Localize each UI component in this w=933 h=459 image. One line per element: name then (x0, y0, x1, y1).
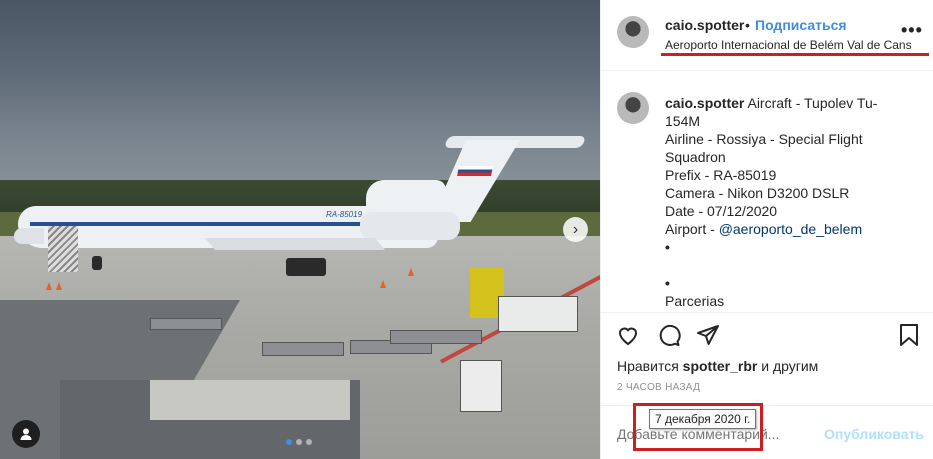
post-header: caio.spotter • Подписаться Aeroporto Int… (601, 0, 933, 71)
carousel-next-button[interactable]: › (563, 217, 588, 242)
baggage-cart (150, 318, 222, 330)
caption-airport-line: Airport - @aeroporto_de_belem (665, 220, 895, 238)
ground-vehicle (498, 296, 578, 332)
plane-nose (14, 228, 44, 244)
plane-engine (360, 212, 460, 240)
follow-button[interactable]: Подписаться (755, 17, 847, 33)
caption-avatar[interactable] (617, 92, 649, 124)
plane-wing (204, 238, 386, 250)
boarding-stairs (48, 226, 78, 272)
traffic-cone (408, 268, 414, 276)
carousel-dot (306, 439, 312, 445)
location-highlight (661, 53, 929, 56)
comment-icon[interactable] (656, 322, 682, 348)
avatar[interactable] (617, 16, 649, 48)
likes-suffix[interactable]: и другим (761, 358, 818, 374)
russian-flag-icon (457, 166, 493, 176)
caption-line: Prefix - RA-85019 (665, 167, 777, 183)
traffic-cone (380, 280, 386, 288)
photo-slab (150, 380, 350, 420)
more-options-button[interactable]: ••• (901, 20, 923, 41)
carousel-dots (286, 439, 312, 445)
caption-bullet: • (665, 275, 670, 291)
traffic-cone (46, 282, 52, 290)
like-icon[interactable] (615, 322, 641, 348)
liker-username-link[interactable]: spotter_rbr (683, 358, 758, 374)
action-bar (601, 312, 933, 358)
caption-text: caio.spotter Aircraft - Tupolev Tu-154M … (665, 94, 895, 310)
traffic-cone (56, 282, 62, 290)
main-landing-gear (286, 258, 326, 276)
baggage-cart (390, 330, 482, 344)
post-time[interactable]: 2 ЧАСОВ НАЗАД (617, 382, 700, 393)
post-photo[interactable]: RA-85019 › (0, 0, 600, 459)
photo-sky (0, 0, 600, 200)
tagged-users-icon[interactable] (12, 420, 40, 448)
header-separator: • (745, 17, 750, 33)
carousel-dot (296, 439, 302, 445)
baggage-cart (262, 342, 344, 356)
likes-prefix: Нравится (617, 358, 679, 374)
caption-username[interactable]: caio.spotter (665, 95, 744, 111)
caption-line: Airline - Rossiya - Special Flight Squad… (665, 131, 863, 165)
plane-registration: RA-85019 (326, 210, 363, 219)
likes-summary: Нравится spotter_rbr и другим (617, 358, 818, 374)
nose-landing-gear (92, 256, 102, 270)
tug-vehicle (460, 360, 502, 412)
bookmark-icon[interactable] (896, 322, 922, 348)
date-highlight-box (633, 403, 763, 451)
location-link[interactable]: Aeroporto Internacional de Belém Val de … (665, 38, 917, 52)
caption-blank (665, 256, 895, 274)
publish-button[interactable]: Опубликовать (824, 426, 924, 442)
caption-partners: Parcerias (665, 293, 725, 309)
post-sidebar: caio.spotter • Подписаться Aeroporto Int… (600, 0, 933, 459)
caption-area: caio.spotter Aircraft - Tupolev Tu-154M … (601, 70, 933, 313)
carousel-dot (286, 439, 292, 445)
caption-bullet: • (665, 239, 670, 255)
caption-airport-label: Airport - (665, 221, 719, 237)
share-icon[interactable] (695, 322, 721, 348)
post-viewer: RA-85019 › caio.spotter • Подписаться Ae… (0, 0, 933, 459)
airport-mention-link[interactable]: @aeroporto_de_belem (719, 221, 862, 237)
caption-line: Camera - Nikon D3200 DSLR (665, 185, 850, 201)
caption-line: Date - 07/12/2020 (665, 203, 778, 219)
username-link[interactable]: caio.spotter (665, 17, 744, 33)
